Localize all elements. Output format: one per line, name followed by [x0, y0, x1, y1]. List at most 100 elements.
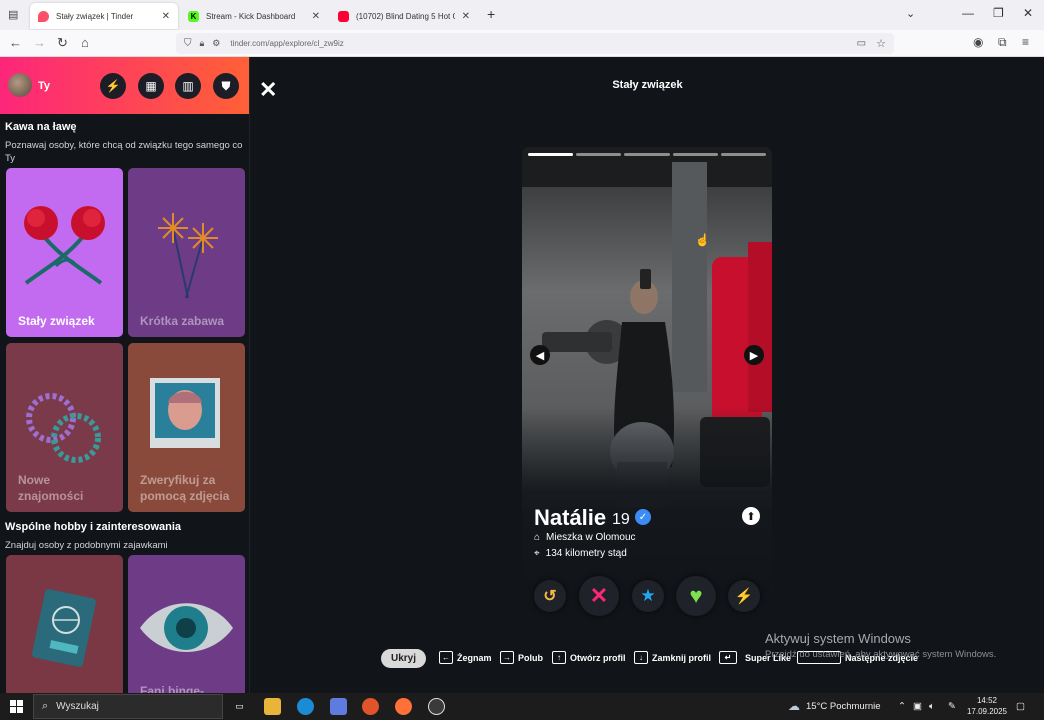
app-orange-icon[interactable] — [362, 698, 379, 715]
reader-icon[interactable]: ▭ — [857, 38, 866, 49]
firefox-icon[interactable] — [395, 698, 412, 715]
beaded-bracelets-icon — [26, 393, 101, 463]
clock-date: 17.09.2025 — [966, 707, 1008, 716]
distance-row: ⌖ 134 kilometry stąd — [534, 548, 627, 559]
progress-segment — [528, 153, 574, 156]
close-tab-icon[interactable]: ✕ — [462, 11, 470, 22]
network-icon[interactable]: ▣ — [913, 701, 922, 712]
notifications-icon[interactable]: ▢ — [1016, 701, 1025, 712]
reload-icon[interactable]: ↻ — [57, 35, 68, 51]
profile-card[interactable]: ◀ ▶ Natálie 19 ✓ ⬆ ⌂ Mieszka w Olomouc ⌖… — [522, 147, 772, 595]
cloud-icon: ☁ — [788, 699, 800, 713]
shortcut-label: Polub — [518, 652, 543, 663]
briefcase-icon[interactable]: ▥ — [175, 73, 201, 99]
tab-list-icon[interactable]: ▤ — [8, 8, 18, 21]
windows-activation-title: Aktywuj system Windows — [765, 631, 911, 646]
tray-chevron-icon[interactable]: ⌃ — [898, 701, 906, 712]
profile-location: Mieszka w Olomouc — [546, 532, 636, 543]
close-tab-icon[interactable]: ✕ — [162, 11, 170, 22]
tab-youtube[interactable]: (10702) Blind Dating 5 Hot Girl ✕ — [330, 3, 478, 29]
two-roses-icon — [24, 206, 105, 285]
taskbar-search[interactable]: ⌕ Wyszukaj — [33, 694, 223, 719]
safety-shield-icon[interactable]: ⛊ — [213, 73, 239, 99]
pen-icon[interactable]: ✎ — [948, 701, 956, 712]
tab-overflow-icon[interactable]: ⌄ — [906, 7, 915, 20]
photo-overlay — [522, 407, 772, 595]
explore-grid-icon[interactable]: ▦ — [138, 73, 164, 99]
photo-progress — [528, 153, 767, 156]
section-title: Kawa na ławę — [5, 121, 77, 133]
search-label: Wyszukaj — [56, 701, 99, 712]
windows-start-icon[interactable] — [10, 700, 23, 713]
section-subtitle: Znajduj osoby z podobnymi zajawkami — [5, 540, 168, 551]
prev-photo-icon[interactable]: ◀ — [530, 345, 550, 365]
open-profile-icon[interactable]: ⬆ — [742, 507, 760, 525]
home-icon: ⌂ — [534, 532, 541, 543]
clock[interactable]: 14:52 17.09.2025 — [966, 695, 1008, 717]
key-down: ↓ — [634, 651, 648, 664]
heart-icon: ♥ — [689, 583, 703, 608]
card-fani-binge[interactable]: Fani binge-watchingu — [128, 555, 245, 693]
card-podroze[interactable] — [6, 555, 123, 693]
user-label[interactable]: Ty — [38, 80, 50, 92]
super-like-button[interactable]: ★ — [632, 580, 664, 612]
card-zweryfikuj[interactable]: Zweryfikuj za pomocą zdjęcia — [128, 343, 245, 512]
new-tab-icon[interactable]: + — [487, 6, 495, 22]
close-window-icon[interactable]: ✕ — [1023, 6, 1033, 20]
card-label: Fani binge-watchingu — [140, 684, 204, 693]
close-tab-icon[interactable]: ✕ — [312, 11, 320, 22]
url-text[interactable]: tinder.com/app/explore/cl_zw9iz — [230, 39, 343, 48]
card-krotka-zabawa[interactable]: Krótka zabawa — [128, 168, 245, 337]
volume-icon[interactable]: 🔈︎ — [929, 701, 935, 712]
profile-name[interactable]: Natálie — [534, 505, 606, 531]
card-label: Nowe znajomości — [18, 473, 84, 503]
nope-button[interactable]: ✕ — [579, 576, 619, 616]
tab-tinder[interactable]: Stały związek | Tinder ✕ — [30, 3, 178, 29]
forward-icon[interactable]: → — [33, 35, 46, 50]
minimize-icon[interactable]: — — [962, 6, 974, 20]
weather-text[interactable]: 15°C Pochmurnie — [806, 701, 881, 712]
obs-icon[interactable] — [428, 698, 445, 715]
hide-shortcuts-button[interactable]: Ukryj — [381, 649, 427, 668]
next-photo-icon[interactable]: ▶ — [744, 345, 764, 365]
menu-icon[interactable]: ≡ — [1022, 35, 1029, 49]
back-icon[interactable]: ← — [9, 35, 22, 50]
rewind-button[interactable]: ↺ — [534, 580, 566, 612]
sparklers-icon — [158, 213, 218, 299]
shield-icon[interactable]: ⛉ — [184, 38, 192, 49]
profile-distance: 134 kilometry stąd — [545, 548, 627, 559]
section-subtitle: Poznawaj osoby, które chcą od związku te… — [5, 140, 243, 164]
permissions-icon[interactable]: ⚙ — [212, 38, 220, 49]
card-label: Zweryfikuj za pomocą zdjęcia — [140, 473, 230, 503]
sidebar: Ty ⚡ ▦ ▥ ⛊ Kawa na ławę Poznawaj osoby, … — [0, 57, 250, 693]
boost-button[interactable]: ⚡ — [728, 580, 760, 612]
progress-segment — [672, 153, 718, 156]
profile-age: 19 — [612, 511, 630, 528]
card-staly-zwiazek[interactable]: Stały związek — [6, 168, 123, 337]
search-icon: ⌕ — [42, 700, 49, 712]
passport-icon — [32, 589, 96, 667]
boost-lightning-icon[interactable]: ⚡ — [100, 73, 126, 99]
lock-icon[interactable]: 🔒︎ — [200, 38, 205, 49]
task-view-icon[interactable]: ▭ — [231, 698, 248, 715]
store-icon[interactable] — [330, 698, 347, 715]
kick-icon: K — [188, 10, 199, 22]
url-bar[interactable]: ⛉ 🔒︎ ⚙ tinder.com/app/explore/cl_zw9iz ▭… — [176, 33, 894, 54]
avatar[interactable] — [8, 73, 32, 97]
tab-title: (10702) Blind Dating 5 Hot Girl — [356, 11, 455, 21]
home-icon[interactable]: ⌂ — [81, 35, 89, 50]
like-button[interactable]: ♥ — [676, 576, 716, 616]
bookmark-star-icon[interactable]: ☆ — [876, 37, 886, 50]
star-icon: ★ — [640, 586, 656, 605]
edge-icon[interactable] — [297, 698, 314, 715]
tab-kick[interactable]: K Stream - Kick Dashboard ✕ — [180, 3, 328, 29]
mouse-cursor-icon: ☝ — [695, 233, 710, 247]
account-icon[interactable]: ◉ — [973, 35, 983, 49]
file-explorer-icon[interactable] — [264, 698, 281, 715]
restore-icon[interactable]: ❐ — [993, 6, 1004, 20]
extensions-icon[interactable]: ⧉ — [998, 35, 1007, 50]
card-nowe-znajomosci[interactable]: Nowe znajomości — [6, 343, 123, 512]
verified-badge-icon: ✓ — [635, 509, 651, 525]
key-up: ↑ — [552, 651, 566, 664]
tinder-flame-icon — [38, 10, 49, 22]
